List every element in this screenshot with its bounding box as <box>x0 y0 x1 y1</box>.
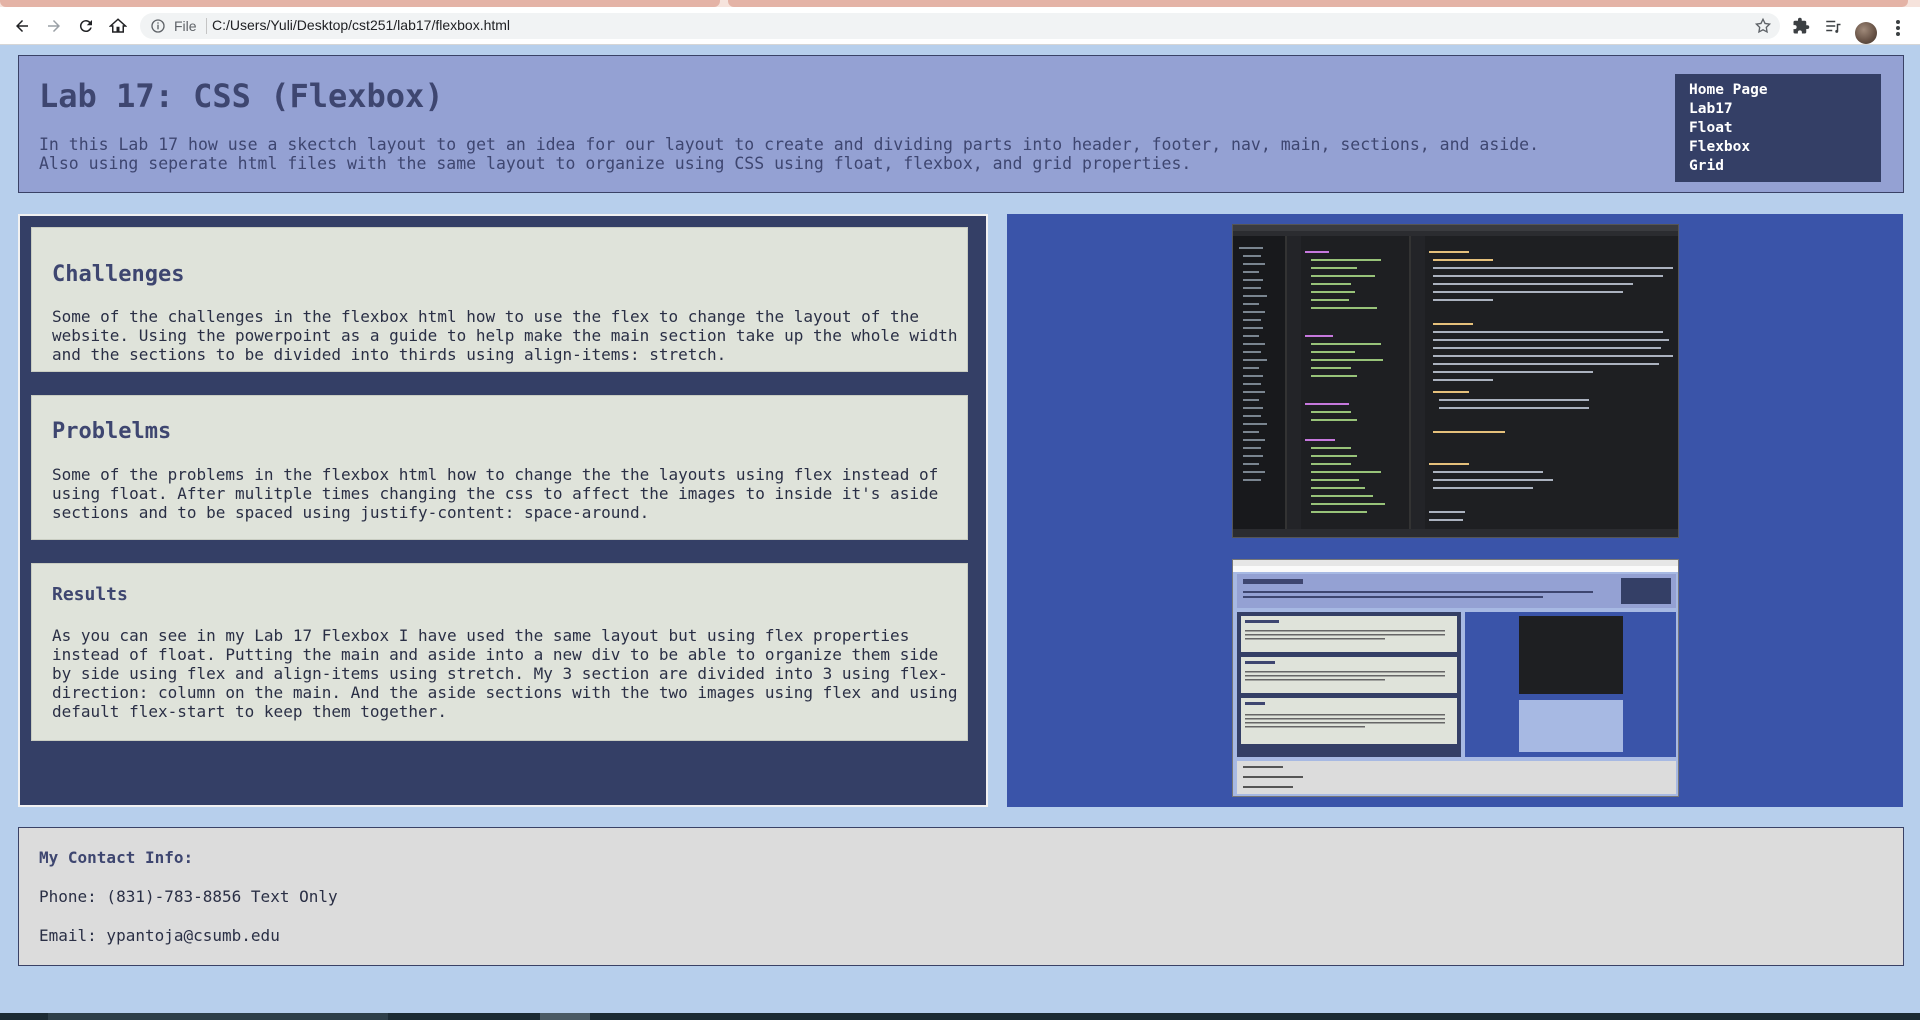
star-icon[interactable] <box>1754 17 1772 35</box>
nav-link-home-page[interactable]: Home Page <box>1689 81 1867 100</box>
reading-list-icon[interactable] <box>1824 17 1842 35</box>
nav-link-grid[interactable]: Grid <box>1689 157 1867 176</box>
section-heading: Results <box>52 584 128 605</box>
taskbar-segment[interactable] <box>540 1013 590 1020</box>
omnibox-divider <box>206 18 207 34</box>
os-taskbar <box>0 1013 1920 1020</box>
section-body: As you can see in my Lab 17 Flexbox I ha… <box>52 626 958 721</box>
code-editor-screenshot <box>1232 224 1679 538</box>
reload-icon[interactable] <box>70 7 102 45</box>
info-icon[interactable] <box>150 18 166 34</box>
section-challenges: Challenges Some of the challenges in the… <box>31 227 968 372</box>
section-problems: Problelms Some of the problems in the fl… <box>31 395 968 540</box>
page-header: Lab 17: CSS (Flexbox) In this Lab 17 how… <box>18 55 1904 193</box>
back-icon[interactable] <box>6 7 38 45</box>
section-results: Results As you can see in my Lab 17 Flex… <box>31 563 968 741</box>
avatar[interactable] <box>1855 22 1877 44</box>
nav-link-float[interactable]: Float <box>1689 119 1867 138</box>
home-icon[interactable] <box>102 7 134 45</box>
nav-menu: Home Page Lab17 Float Flexbox Grid <box>1675 74 1881 182</box>
taskbar-segment[interactable] <box>48 1013 388 1020</box>
forward-icon[interactable] <box>38 7 70 45</box>
omnibox-scheme-label: File <box>174 18 197 34</box>
header-description: In this Lab 17 how use a skectch layout … <box>39 135 1540 173</box>
contact-phone: Phone: (831)-783-8856 Text Only <box>39 887 338 906</box>
main-content: Challenges Some of the challenges in the… <box>18 214 988 807</box>
page-title: Lab 17: CSS (Flexbox) <box>39 77 444 115</box>
nav-link-lab17[interactable]: Lab17 <box>1689 100 1867 119</box>
aside-images <box>1007 214 1903 807</box>
extensions-icon[interactable] <box>1792 17 1810 35</box>
section-heading: Challenges <box>52 262 185 287</box>
tab-left[interactable] <box>0 0 720 7</box>
page-footer: My Contact Info: Phone: (831)-783-8856 T… <box>18 827 1904 966</box>
tab-active[interactable] <box>728 0 1908 7</box>
section-body: Some of the challenges in the flexbox ht… <box>52 307 958 364</box>
tab-strip <box>0 0 1920 7</box>
webpage-preview-screenshot <box>1232 559 1679 797</box>
contact-heading: My Contact Info: <box>39 848 194 867</box>
contact-email: Email: ypantoja@csumb.edu <box>39 926 280 945</box>
browser-toolbar: File C:/Users/Yuli/Desktop/cst251/lab17/… <box>0 7 1920 45</box>
address-bar[interactable]: File C:/Users/Yuli/Desktop/cst251/lab17/… <box>140 13 1780 39</box>
section-body: Some of the problems in the flexbox html… <box>52 465 939 522</box>
url-text[interactable]: C:/Users/Yuli/Desktop/cst251/lab17/flexb… <box>212 17 510 33</box>
nav-link-flexbox[interactable]: Flexbox <box>1689 138 1867 157</box>
menu-icon[interactable] <box>1890 18 1906 38</box>
section-heading: Problelms <box>52 419 172 444</box>
